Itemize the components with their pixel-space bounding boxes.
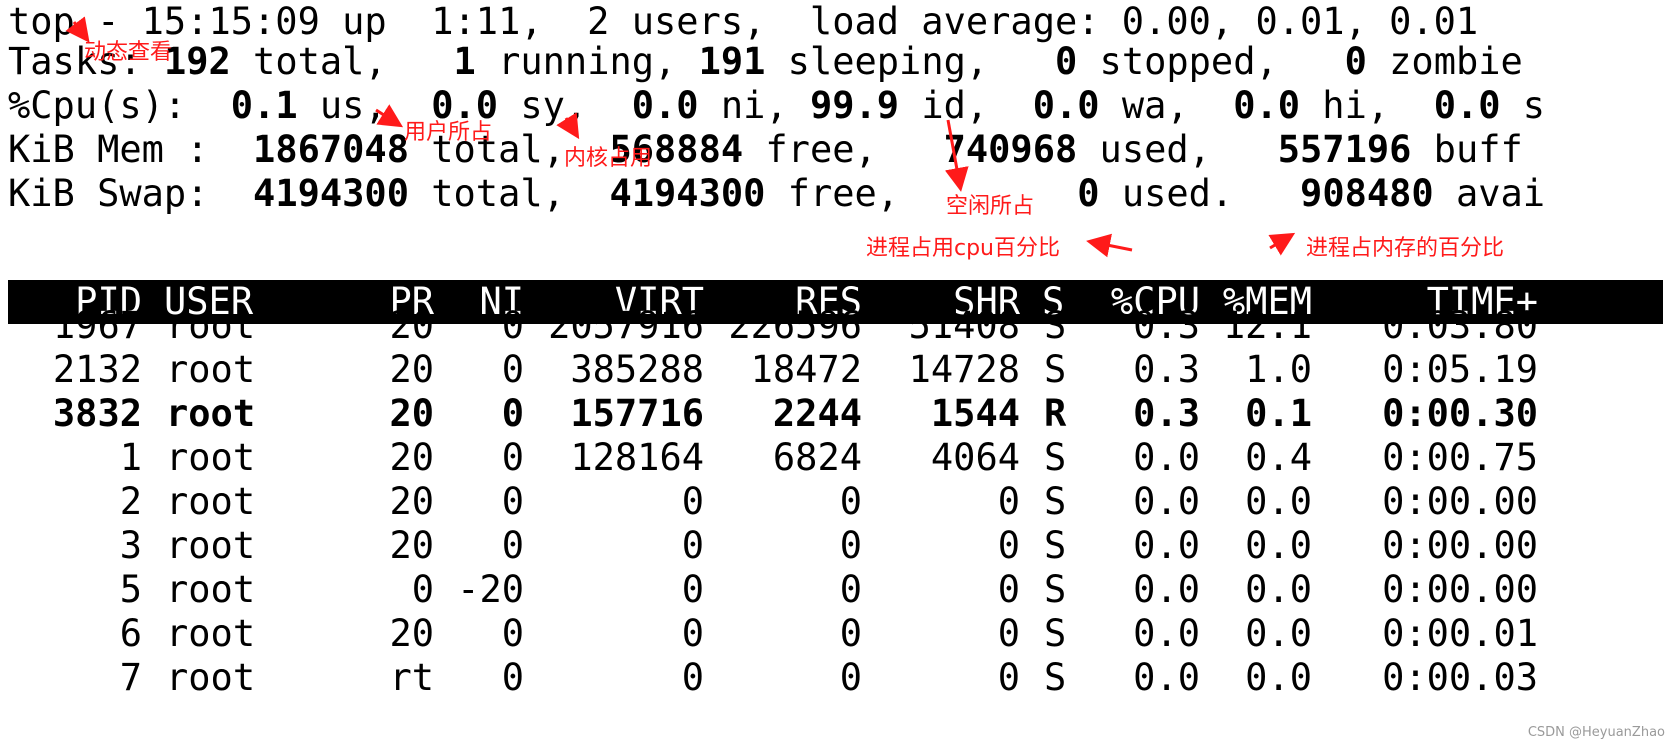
note-dynamic: 动态查看: [84, 40, 173, 65]
watermark: CSDN @HeyuanZhao: [1527, 725, 1665, 740]
note-kernel: 内核占用: [564, 146, 653, 171]
note-proc-cpu: 进程占用cpu百分比: [866, 236, 1061, 261]
note-proc-mem: 进程占内存的百分比: [1306, 236, 1505, 261]
arrow-proc-mem: [1268, 232, 1296, 256]
arrow-idle: [944, 119, 969, 192]
note-idle: 空闲所占: [946, 194, 1035, 219]
arrow-user: [375, 104, 404, 128]
arrow-kernel: [556, 112, 580, 140]
arrow-proc-cpu: [1086, 233, 1133, 258]
annotation-arrows: [65, 16, 1296, 258]
note-user: 用户所占: [404, 120, 493, 145]
